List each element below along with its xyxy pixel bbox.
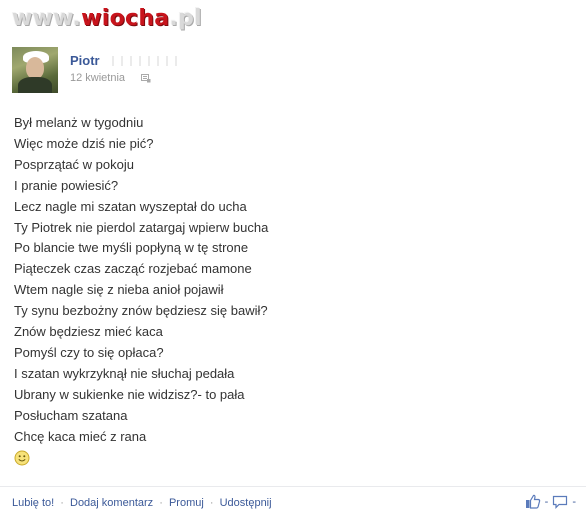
post-line: Wtem nagle się z nieba anioł pojawił [14,282,224,298]
post-line: Lecz nagle mi szatan wyszeptał do ucha [14,198,247,214]
post-counts: - - [525,494,576,509]
post-line: Posprzątać w pokoju [14,156,134,172]
smiley-icon [14,450,30,465]
action-separator: · [159,497,163,509]
author-surname-blur [109,56,181,66]
watermark-prefix: www. [12,6,82,31]
post-line: Ubrany w sukienke nie widzisz?- to pała [14,386,245,402]
thumbs-up-icon[interactable] [525,494,541,509]
post-line: Był melanż w tygodniu [14,115,144,130]
share-link[interactable]: Udostępnij [220,497,272,509]
post-line: Piąteczek czas zacząć rozjebać mamone [14,261,252,277]
action-separator: · [209,497,214,509]
post-timestamp[interactable]: 12 kwietnia [70,72,125,84]
audience-icon[interactable] [141,74,151,83]
status-post: Piotr 12 kwietnia Był melanż w tygodniu … [0,32,586,519]
author-avatar[interactable] [12,47,58,93]
post-line: Chcę kaca mieć z rana [14,428,147,444]
post-content: Był melanż w tygodniu Więc może dziś nie… [14,113,268,466]
post-line: Po blancie twe myśli popłyną w tę strone [14,240,249,256]
post-line: Więc może dziś nie pić? [14,135,154,151]
watermark-name: wiocha [81,6,170,31]
post-line: Ty Piotrek nie pierdol zatargaj wpierw b… [14,219,269,235]
promote-link[interactable]: Promuj [169,497,204,509]
like-link[interactable]: Lubię to! [12,497,54,509]
post-line: I pranie powiesić? [14,177,119,193]
post-line: Pomyśl czy to się opłaca? [14,344,164,360]
comment-bubble-icon[interactable] [552,495,568,509]
action-separator: · [60,497,64,509]
comments-count[interactable]: - [572,496,576,508]
post-line: Posłucham szatana [14,407,128,423]
avatar-body [18,77,52,93]
site-watermark: www.wiocha.pl [12,6,202,31]
comment-link[interactable]: Dodaj komentarz [70,497,153,509]
watermark-suffix: .pl [169,6,203,31]
post-line: I szatan wykrzyknął nie słuchaj pedała [14,365,235,381]
avatar-face [26,57,44,79]
footer-divider [0,486,586,487]
post-actions: Lubię to! · Dodaj komentarz · Promuj · U… [12,497,272,509]
author-name[interactable]: Piotr [70,53,100,68]
post-line: Znów będziesz mieć kaca [14,324,163,340]
likes-count[interactable]: - [545,496,549,508]
post-line: Ty synu bezbożny znów będziesz się bawił… [14,303,268,319]
